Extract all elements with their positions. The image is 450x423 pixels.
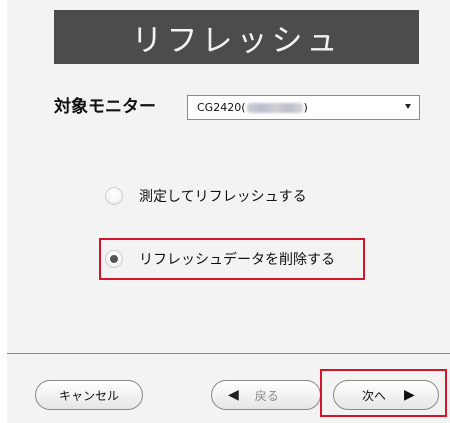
page-title: リフレッシュ — [131, 22, 342, 59]
footer-divider — [7, 353, 450, 354]
obscured-serial — [246, 102, 303, 113]
chevron-down-icon — [405, 104, 411, 109]
next-button-label: 次へ — [362, 388, 387, 403]
target-monitor-select[interactable]: CG2420( ) — [187, 95, 420, 120]
monitor-select-prefix: CG2420( — [197, 101, 246, 114]
next-button[interactable]: 次へ ▶ — [333, 380, 439, 410]
option-delete-label: リフレッシュデータを削除する — [139, 252, 335, 268]
cancel-button-label: キャンセル — [58, 388, 119, 403]
monitor-select-suffix: ) — [303, 101, 308, 114]
option-delete-refresh-data[interactable]: リフレッシュデータを削除する — [105, 249, 335, 269]
back-button-label: 戻る — [254, 388, 279, 403]
back-button[interactable]: ◀ 戻る — [211, 380, 321, 410]
cancel-button[interactable]: キャンセル — [35, 380, 143, 410]
radio-measure-and-refresh[interactable] — [105, 187, 123, 205]
title-banner: リフレッシュ — [54, 10, 419, 64]
target-monitor-label: 対象モニター — [54, 97, 156, 117]
option-measure-label: 測定してリフレッシュする — [139, 189, 307, 205]
triangle-left-icon: ◀ — [228, 387, 239, 403]
triangle-right-icon: ▶ — [404, 387, 415, 403]
refresh-dialog: リフレッシュ 対象モニター CG2420( ) 測定してリフレッシュする リフレ… — [7, 0, 450, 423]
option-measure-and-refresh[interactable]: 測定してリフレッシュする — [105, 186, 307, 206]
radio-delete-refresh-data[interactable] — [105, 250, 123, 268]
